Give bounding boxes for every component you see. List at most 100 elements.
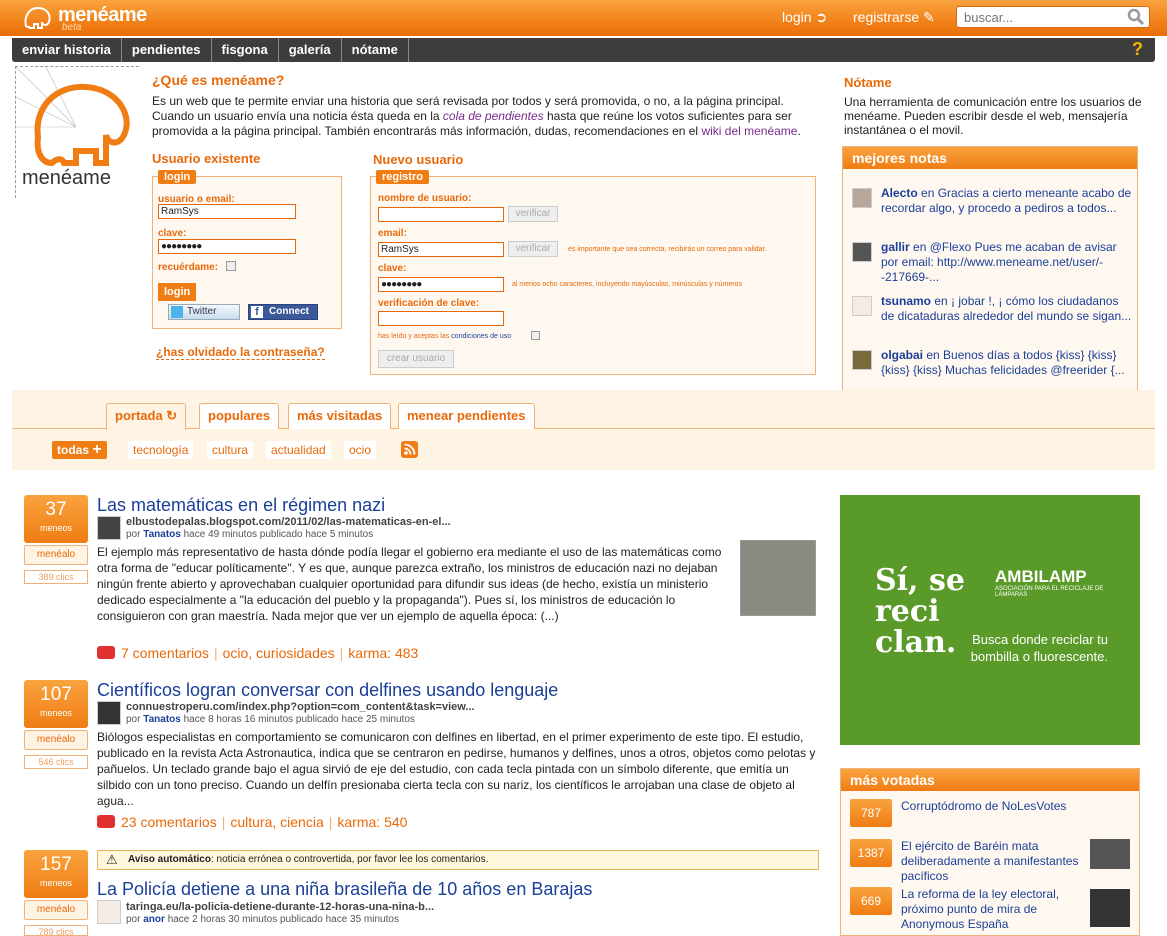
note-user[interactable]: olgabai <box>881 348 923 362</box>
avatar[interactable] <box>852 350 872 370</box>
story-title[interactable]: Científicos logran conversar con delfine… <box>97 680 558 701</box>
menealo-button[interactable]: menéalo <box>24 900 88 920</box>
login-icon: ➲ <box>815 9 828 25</box>
subtab-cultura[interactable]: cultura <box>207 441 254 459</box>
verify-user-button[interactable]: verificar <box>508 206 558 222</box>
subtab-actualidad[interactable]: actualidad <box>266 441 331 459</box>
top-bar: menéame beta login ➲ registrarse ✎ <box>0 0 1167 36</box>
avatar[interactable] <box>852 188 872 208</box>
vote-count: 37 meneos <box>24 495 88 543</box>
note-user[interactable]: gallir <box>881 240 910 254</box>
intro-text: Es un web que te permite enviar una hist… <box>152 94 832 139</box>
clicks-count: 389 clics <box>24 570 88 584</box>
reg-user-input[interactable] <box>378 207 504 222</box>
story-title[interactable]: Las matemáticas en el régimen nazi <box>97 495 385 516</box>
remember-label: recuérdame: <box>158 262 219 273</box>
nav-item-galeria[interactable]: galería <box>279 38 342 62</box>
story-user[interactable]: Tanatos <box>143 529 181 540</box>
tab-mas-visitadas[interactable]: más visitadas <box>288 403 392 429</box>
tags-link[interactable]: cultura, ciencia <box>230 814 323 830</box>
top-voted-title[interactable]: Corruptódromo de NoLesVotes <box>901 799 1081 814</box>
story-url[interactable]: taringa.eu/la-policia-detiene-durante-12… <box>126 901 434 913</box>
menealo-button[interactable]: menéalo <box>24 730 88 750</box>
login-link[interactable]: login ➲ <box>782 9 827 26</box>
by-label: por <box>126 529 141 540</box>
intro-title: ¿Qué es menéame? <box>152 72 285 88</box>
site-logo[interactable]: menéame beta <box>22 3 162 33</box>
nav-item-notame[interactable]: nótame <box>342 38 409 62</box>
comments-link[interactable]: 23 comentarios <box>121 814 217 830</box>
nav-item-pendientes[interactable]: pendientes <box>122 38 212 62</box>
reg-user-label: nombre de usuario: <box>378 193 472 204</box>
menealo-button[interactable]: menéalo <box>24 545 88 565</box>
login-heading: Usuario existente <box>152 151 261 166</box>
story-user[interactable]: Tanatos <box>143 714 181 725</box>
email-note: es importante que sea correcta, recibirá… <box>568 246 767 253</box>
ambilamp-ad[interactable]: Sí, se reci clan. AMBILAMP ASOCIACIÓN PA… <box>840 495 1140 745</box>
create-user-button[interactable]: crear usuario <box>378 350 454 368</box>
remember-checkbox[interactable] <box>226 261 236 271</box>
rss-icon[interactable] <box>401 441 418 458</box>
ad-brand-sub: ASOCIACIÓN PARA EL RECICLAJE DE LÁMPARAS <box>995 586 1104 598</box>
story-body: El ejemplo más representativo de hasta d… <box>97 545 722 623</box>
story-when: hace 8 horas 16 minutos publicado hace 2… <box>183 714 415 725</box>
main-nav: enviar historia pendientes fisgona galer… <box>12 38 1155 62</box>
terms-checkbox[interactable] <box>531 331 540 340</box>
top-voted-title[interactable]: La reforma de la ley electoral, próximo … <box>901 887 1081 932</box>
forgot-password-link[interactable]: ¿has olvidado la contraseña? <box>156 345 325 360</box>
reg-verify-input[interactable] <box>378 311 504 326</box>
search-box <box>956 6 1150 28</box>
pass-input[interactable]: ●●●●●●●● <box>158 239 296 254</box>
subtab-ocio[interactable]: ocio <box>344 441 377 459</box>
story-meta: por Tanatos hace 8 horas 16 minutos publ… <box>126 714 415 725</box>
comments-icon <box>97 646 115 659</box>
note-user[interactable]: Alecto <box>881 186 918 200</box>
plus-icon: + <box>92 441 102 458</box>
story-url[interactable]: connuestroperu.com/index.php?option=com_… <box>126 701 475 713</box>
intro-p1: Es un web que te permite enviar una hist… <box>152 94 784 108</box>
story-user[interactable]: anor <box>143 914 165 925</box>
top-voted-thumbnail[interactable] <box>1090 889 1130 927</box>
tab-populares[interactable]: populares <box>199 403 280 429</box>
subtab-tecnologia[interactable]: tecnología <box>128 441 194 459</box>
register-link[interactable]: registrarse ✎ <box>853 9 935 26</box>
top-voted-title[interactable]: El ejército de Baréin mata deliberadamen… <box>901 839 1081 884</box>
subtab-todas[interactable]: todas + <box>52 441 107 459</box>
terms-link[interactable]: condiciones de uso <box>451 333 511 340</box>
login-button[interactable]: login <box>158 283 197 301</box>
vote-number: 107 <box>40 684 72 705</box>
tags-link[interactable]: ocio, curiosidades <box>223 645 335 661</box>
story-title[interactable]: La Policía detiene a una niña brasileña … <box>97 879 592 900</box>
reg-email-input[interactable]: RamSys <box>378 242 504 257</box>
nav-item-enviar[interactable]: enviar historia <box>12 38 122 62</box>
top-voted-thumbnail[interactable] <box>1090 839 1130 869</box>
tab-menear-pendientes[interactable]: menear pendientes <box>398 403 535 429</box>
story-thumbnail[interactable] <box>740 540 816 616</box>
wiki-link[interactable]: wiki del menéame <box>701 124 797 138</box>
reg-pass-input[interactable]: ●●●●●●●● <box>378 277 504 292</box>
vote-label: meneos <box>39 878 73 888</box>
search-icon[interactable] <box>1127 8 1145 26</box>
help-icon[interactable]: ? <box>1132 39 1143 60</box>
comments-link[interactable]: 7 comentarios <box>121 645 209 661</box>
search-input[interactable] <box>957 7 1117 27</box>
elephant-logo-icon <box>24 6 51 29</box>
register-heading: Nuevo usuario <box>373 152 464 167</box>
beta-label: beta <box>62 22 82 33</box>
cola-pendientes-link[interactable]: cola de pendientes <box>443 109 544 123</box>
intro-section: menéame ¿Qué es menéame? Es un web que t… <box>12 64 832 390</box>
story-footer: 23 comentarios | cultura, ciencia | karma: 5… <box>97 814 407 830</box>
story-url[interactable]: elbustodepalas.blogspot.com/2011/02/las-… <box>126 516 451 528</box>
nav-item-fisgona[interactable]: fisgona <box>212 38 279 62</box>
story-footer: 7 comentarios | ocio, curiosidades | karma: … <box>97 645 418 661</box>
note-user[interactable]: tsunamo <box>881 294 931 308</box>
note-text[interactable]: en @Flexo Pues me acaban de avisar por e… <box>881 240 1117 284</box>
avatar[interactable] <box>852 242 872 262</box>
avatar[interactable] <box>852 296 872 316</box>
verify-email-button[interactable]: verificar <box>508 241 558 257</box>
twitter-button[interactable]: Twitter <box>168 304 240 320</box>
note-text[interactable]: en Gracias a cierto meneante acabo de re… <box>881 186 1131 215</box>
tab-portada[interactable]: portada ↻ <box>106 403 187 430</box>
user-input[interactable]: RamSys <box>158 204 296 219</box>
facebook-button[interactable]: f Connect <box>248 304 318 320</box>
